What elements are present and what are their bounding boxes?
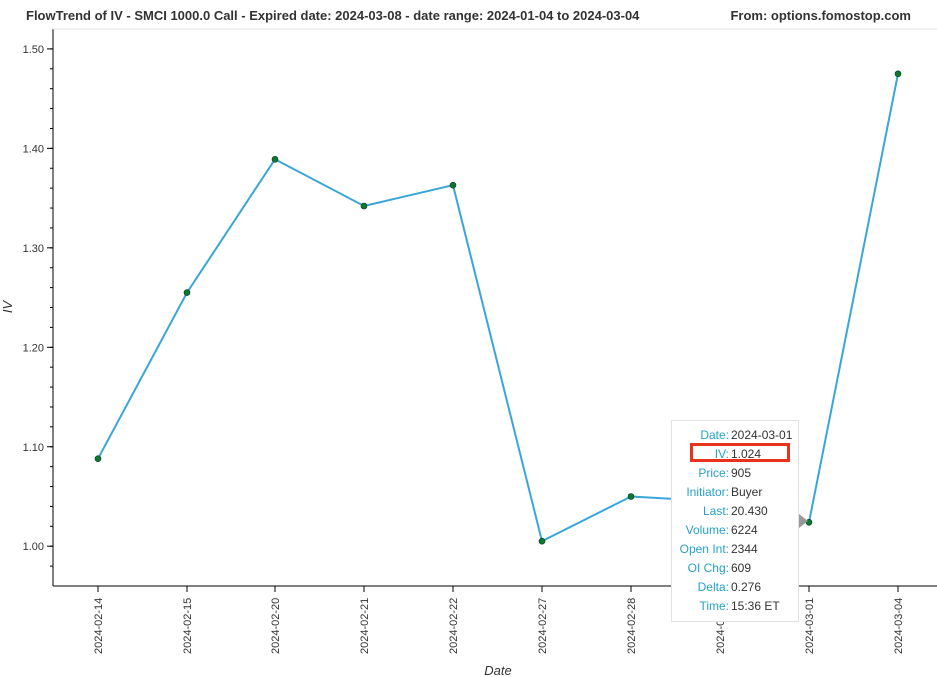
tooltip-key: Volume: (685, 523, 729, 537)
data-point (538, 537, 546, 545)
tooltip-key: Last: (702, 504, 729, 518)
x-tick-label: 2024-03-01 (804, 598, 816, 654)
x-axis-label: Date (484, 663, 511, 677)
tooltip-row: Last: 20.430 (672, 502, 800, 521)
x-tick-label: 2024-02-21 (359, 598, 371, 654)
tooltip-value: 0.276 (731, 580, 762, 594)
x-tick-label: 2024-0 (715, 620, 727, 654)
y-tick-label: 1.40 (23, 143, 44, 155)
hover-tooltip: Date: 2024-03-01 IV: 1.024 Price: 905 Initiato… (671, 420, 799, 622)
tooltip-key: Price: (698, 466, 729, 480)
tooltip-row: Delta: 0.276 (672, 578, 800, 597)
x-tick-label: 2024-02-27 (537, 598, 549, 654)
tooltip-value: 15:36 ET (731, 599, 780, 613)
tooltip-value: 6224 (731, 523, 758, 537)
data-point (183, 289, 191, 296)
data-point (627, 493, 635, 500)
tooltip-row: Price: 905 (672, 464, 800, 483)
tooltip-pointer (799, 514, 808, 528)
x-tick-label: 2024-03-04 (893, 598, 905, 654)
tooltip-highlight-box (690, 443, 790, 462)
tooltip-row: Volume: 6224 (672, 521, 800, 540)
tooltip-row: Initiator: Buyer (672, 483, 800, 502)
data-point (271, 156, 279, 163)
tooltip-key: Delta: (697, 580, 729, 594)
tooltip-value: 905 (731, 466, 752, 480)
y-tick-label: 1.30 (23, 243, 44, 255)
x-tick-label: 2024-02-20 (270, 598, 282, 654)
tooltip-key: Time: (699, 599, 729, 613)
x-tick-label: 2024-02-14 (93, 598, 105, 654)
tooltip-row: Open Int: 2344 (672, 540, 800, 559)
data-point (360, 202, 368, 210)
tooltip-value: Buyer (731, 485, 763, 499)
data-point (449, 181, 457, 189)
tooltip-value: 609 (731, 561, 752, 575)
data-point (94, 455, 102, 463)
data-point (894, 70, 902, 78)
tooltip-key: Open Int: (679, 542, 729, 556)
y-axis-label: IV (0, 300, 15, 314)
y-tick-label: 1.10 (23, 442, 44, 454)
tooltip-row: OI Chg: 609 (672, 559, 800, 578)
tooltip-value: 20.430 (731, 504, 768, 518)
tooltip-row: Time: 15:36 ET (672, 597, 800, 616)
tooltip-value: 2344 (731, 542, 758, 556)
x-tick-label: 2024-02-15 (182, 598, 194, 654)
y-tick-label: 1.20 (23, 342, 44, 354)
tooltip-key: OI Chg: (687, 561, 729, 575)
y-tick-label: 1.00 (23, 541, 44, 553)
y-tick-label: 1.50 (23, 44, 44, 56)
x-tick-label: 2024-02-22 (448, 598, 460, 654)
tooltip-key: Initiator: (686, 485, 729, 499)
x-tick-label: 2024-02-28 (626, 598, 638, 654)
